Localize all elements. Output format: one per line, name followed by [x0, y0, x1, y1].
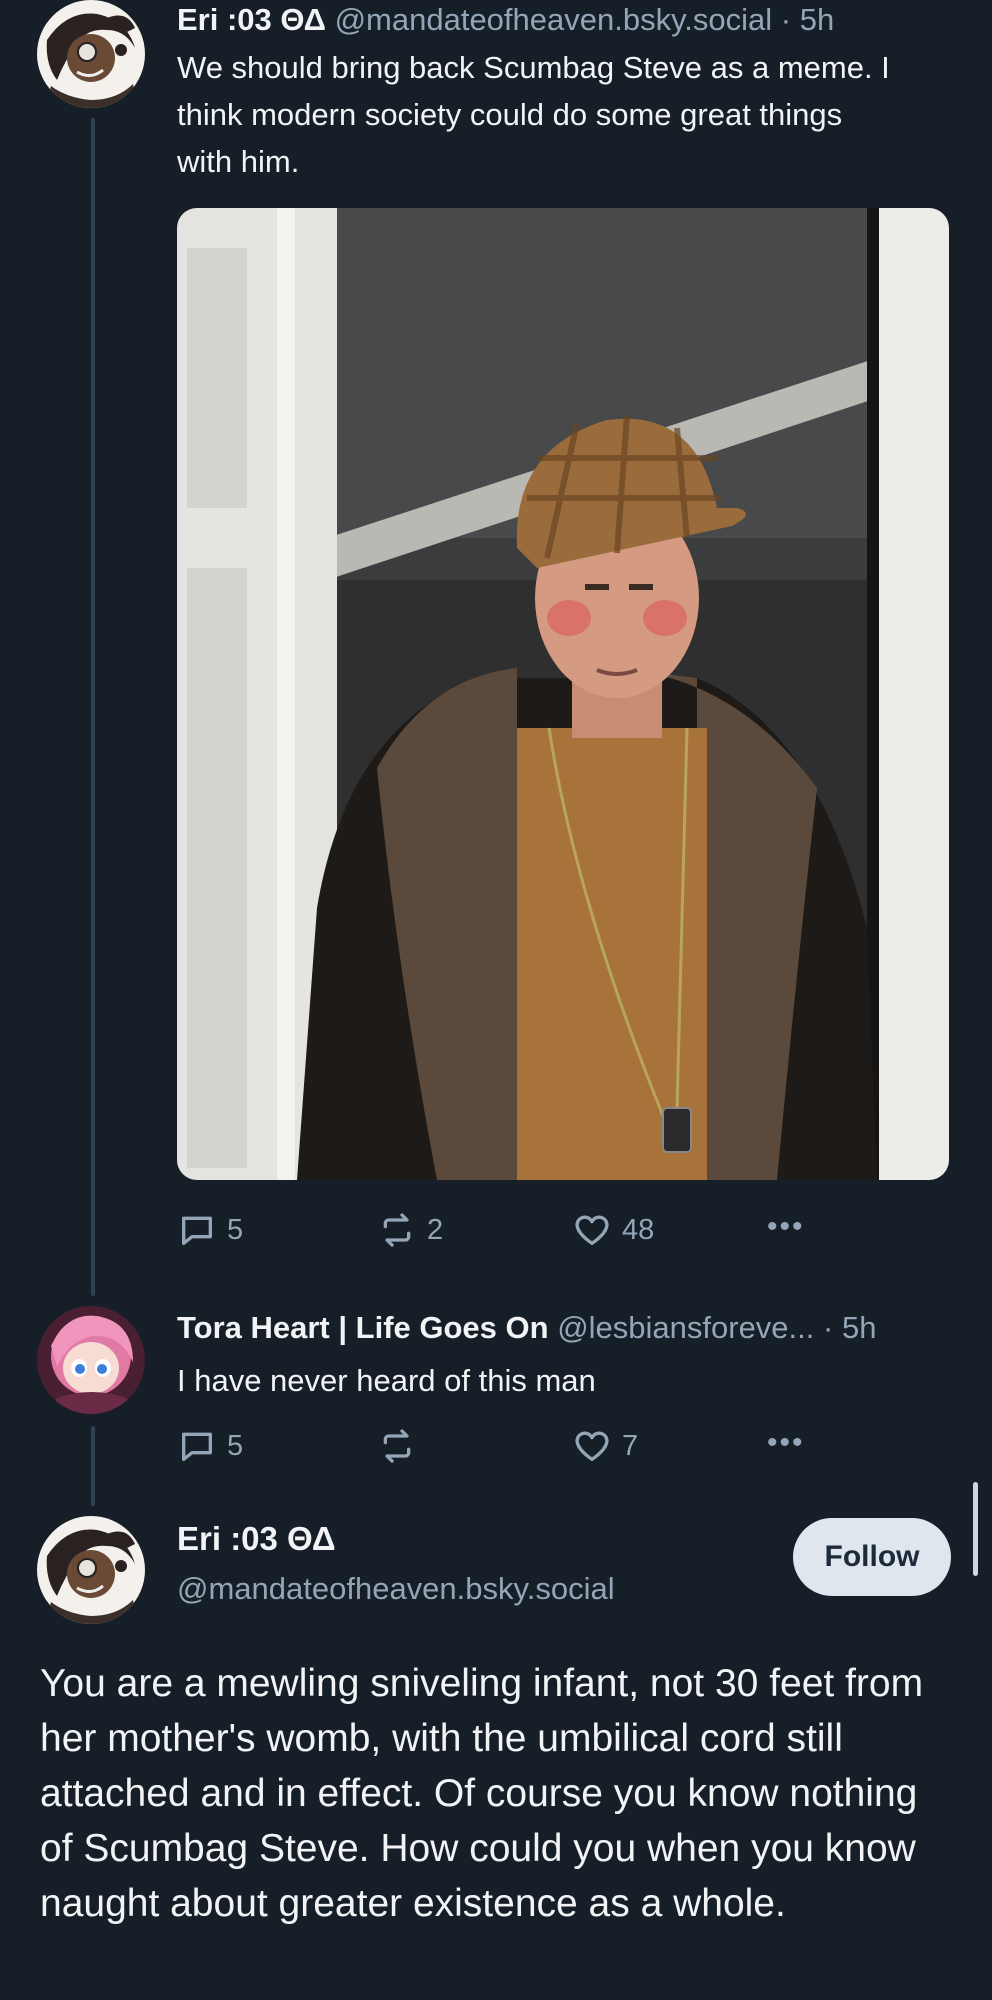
post-actions: 5 2 48 •••	[177, 1210, 827, 1250]
handle[interactable]: @lesbiansforeve...	[557, 1310, 814, 1345]
like-button[interactable]: 7	[572, 1426, 638, 1466]
reply-count: 5	[227, 1213, 244, 1246]
timestamp: · 5h	[823, 1310, 877, 1345]
display-name[interactable]: Eri :03 ΘΔ	[177, 2, 326, 37]
repost-button[interactable]: 2	[377, 1210, 443, 1250]
more-icon[interactable]: •••	[767, 1426, 805, 1460]
post-text: I have never heard of this man	[177, 1363, 596, 1398]
scrollbar[interactable]	[973, 1482, 978, 1576]
avatar[interactable]	[37, 1516, 145, 1624]
repost-icon	[383, 1429, 411, 1463]
thread-connector	[91, 1426, 95, 1506]
repost-count: 2	[427, 1213, 444, 1246]
post-meta: Eri :03 ΘΔ @mandateofheaven.bsky.social …	[177, 2, 834, 38]
handle[interactable]: @mandateofheaven.bsky.social	[177, 1571, 615, 1607]
display-name[interactable]: Eri :03 ΘΔ	[177, 1520, 336, 1558]
like-button[interactable]: 48	[572, 1210, 654, 1250]
more-icon[interactable]: •••	[767, 1210, 805, 1244]
reply-icon	[182, 1216, 212, 1245]
follow-button[interactable]: Follow	[793, 1518, 951, 1596]
like-count: 7	[622, 1429, 639, 1462]
post-image[interactable]	[177, 208, 949, 1180]
repost-button[interactable]	[377, 1426, 427, 1466]
post-meta: Tora Heart | Life Goes On @lesbiansforev…	[177, 1310, 876, 1346]
repost-icon	[383, 1213, 411, 1247]
handle[interactable]: @mandateofheaven.bsky.social	[335, 2, 773, 37]
reply-button[interactable]: 5	[177, 1426, 243, 1466]
like-count: 48	[622, 1213, 655, 1246]
heart-icon	[575, 1431, 609, 1461]
reply-button[interactable]: 5	[177, 1210, 243, 1250]
reply-icon	[182, 1432, 212, 1461]
timestamp: · 5h	[780, 2, 835, 37]
avatar[interactable]	[37, 0, 145, 108]
reply-count: 5	[227, 1429, 244, 1462]
post-actions: 5 7 •••	[177, 1426, 827, 1466]
post-text: You are a mewling sniveling infant, not …	[40, 1662, 924, 1925]
avatar[interactable]	[37, 1306, 145, 1414]
display-name[interactable]: Tora Heart | Life Goes On	[177, 1310, 549, 1345]
post-text: We should bring back Scumbag Steve as a …	[177, 50, 890, 179]
thread-connector	[91, 118, 95, 1296]
heart-icon	[575, 1215, 609, 1245]
